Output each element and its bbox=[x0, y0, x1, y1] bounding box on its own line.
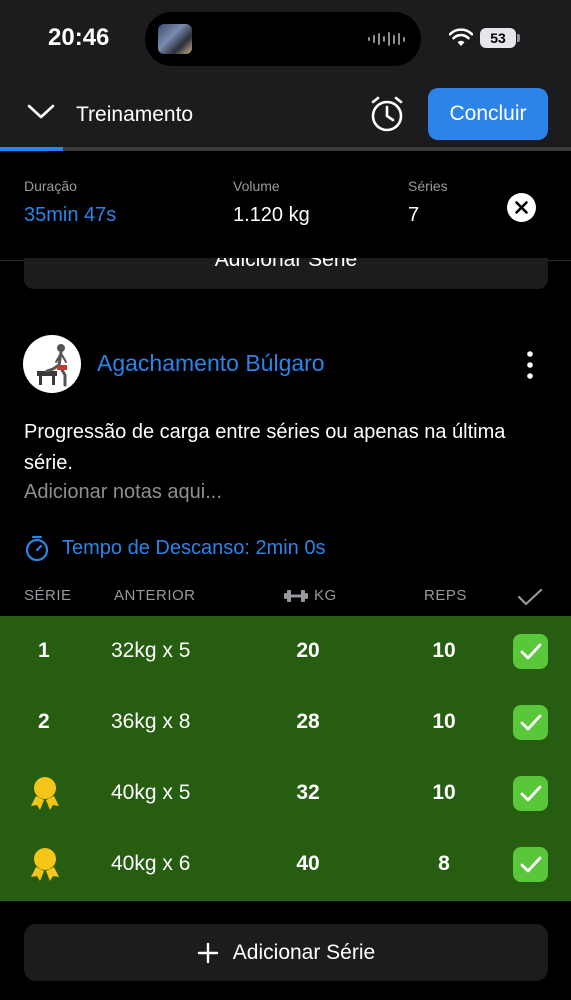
table-row: 40kg x 6 40 8 bbox=[0, 829, 571, 900]
reps-input[interactable]: 8 bbox=[414, 852, 474, 876]
now-playing-artwork bbox=[158, 24, 192, 54]
status-time: 20:46 bbox=[48, 24, 110, 51]
duration-value: 35min 47s bbox=[24, 204, 117, 226]
sets-value: 7 bbox=[408, 204, 420, 226]
kg-input[interactable]: 28 bbox=[278, 710, 338, 734]
exercise-thumbnail[interactable] bbox=[23, 335, 81, 393]
complete-set-checkbox[interactable] bbox=[513, 705, 548, 740]
set-number[interactable]: 2 bbox=[38, 710, 50, 734]
volume-stat: Volume 1.120 kg bbox=[233, 178, 310, 227]
stopwatch-icon[interactable] bbox=[368, 94, 406, 134]
page-title: Treinamento bbox=[76, 103, 194, 126]
wifi-icon bbox=[449, 28, 473, 46]
bulgarian-split-squat-image bbox=[37, 344, 67, 387]
complete-set-checkbox[interactable] bbox=[513, 634, 548, 669]
finish-workout-button[interactable]: Concluir bbox=[428, 88, 548, 140]
checkmark-icon bbox=[520, 643, 542, 660]
sets-table-body: 1 32kg x 5 20 10 2 36kg x 8 28 10 40kg x 5 32 10 40… bbox=[0, 616, 571, 901]
table-row: 1 32kg x 5 20 10 bbox=[0, 616, 571, 687]
dynamic-island[interactable] bbox=[145, 12, 421, 66]
previous-value[interactable]: 32kg x 5 bbox=[111, 639, 190, 663]
previous-add-set-button[interactable]: Adicionar Série bbox=[24, 258, 548, 289]
chevron-down-icon[interactable] bbox=[26, 102, 56, 122]
previous-add-set-label: Adicionar Série bbox=[214, 258, 358, 271]
audio-waveform-icon bbox=[368, 30, 405, 48]
add-set-label: Adicionar Série bbox=[232, 940, 376, 964]
medal-icon[interactable] bbox=[30, 847, 60, 881]
checkmark-icon bbox=[520, 856, 542, 873]
reps-input[interactable]: 10 bbox=[414, 639, 474, 663]
dumbbell-icon bbox=[284, 590, 308, 602]
medal-icon[interactable] bbox=[30, 776, 60, 810]
complete-set-checkbox[interactable] bbox=[513, 847, 548, 882]
header-kg: KG bbox=[314, 587, 337, 604]
sets-label: Séries bbox=[408, 178, 448, 194]
status-bar: 20:46 53 bbox=[0, 0, 571, 78]
kg-input[interactable]: 32 bbox=[278, 781, 338, 805]
duration-label: Duração bbox=[24, 178, 77, 194]
battery-indicator: 53 bbox=[480, 28, 516, 48]
previous-value[interactable]: 36kg x 8 bbox=[111, 710, 190, 734]
table-row: 40kg x 5 32 10 bbox=[0, 758, 571, 829]
sets-stat: Séries 7 bbox=[408, 178, 448, 227]
workout-header: Treinamento Concluir bbox=[0, 78, 571, 150]
previous-value[interactable]: 40kg x 5 bbox=[111, 781, 190, 805]
checkmark-icon bbox=[517, 588, 543, 606]
exercise-name[interactable]: Agachamento Búlgaro bbox=[97, 350, 325, 377]
kg-input[interactable]: 40 bbox=[278, 852, 338, 876]
volume-label: Volume bbox=[233, 178, 280, 194]
kg-input[interactable]: 20 bbox=[278, 639, 338, 663]
add-set-button[interactable]: Adicionar Série bbox=[24, 924, 548, 981]
close-summary-button[interactable] bbox=[507, 193, 536, 222]
exercise-description: Progressão de carga entre séries ou apen… bbox=[24, 421, 506, 474]
rest-timer-button[interactable]: Tempo de Descanso: 2min 0s bbox=[24, 534, 325, 562]
table-row: 2 36kg x 8 28 10 bbox=[0, 687, 571, 758]
notes-input[interactable]: Adicionar notas aqui... bbox=[24, 481, 222, 504]
previous-value[interactable]: 40kg x 6 bbox=[111, 852, 190, 876]
battery-tip bbox=[517, 34, 520, 42]
complete-set-checkbox[interactable] bbox=[513, 776, 548, 811]
reps-input[interactable]: 10 bbox=[414, 710, 474, 734]
sets-table-header: SÉRIE ANTERIOR KG REPS bbox=[0, 580, 571, 614]
timer-icon bbox=[25, 535, 49, 562]
close-icon bbox=[515, 201, 528, 214]
volume-value: 1.120 kg bbox=[233, 204, 310, 226]
duration-stat: Duração 35min 47s bbox=[24, 178, 116, 227]
workout-summary: Duração 35min 47s Volume 1.120 kg Séries… bbox=[0, 151, 571, 261]
set-number[interactable]: 1 bbox=[38, 639, 50, 663]
header-set: SÉRIE bbox=[24, 587, 72, 604]
more-vertical-icon[interactable] bbox=[520, 350, 540, 380]
header-previous: ANTERIOR bbox=[114, 587, 196, 604]
checkmark-icon bbox=[520, 714, 542, 731]
header-reps: REPS bbox=[424, 587, 467, 604]
plus-icon bbox=[197, 942, 218, 963]
reps-input[interactable]: 10 bbox=[414, 781, 474, 805]
checkmark-icon bbox=[520, 785, 542, 802]
rest-timer-label: Tempo de Descanso: 2min 0s bbox=[62, 536, 326, 559]
